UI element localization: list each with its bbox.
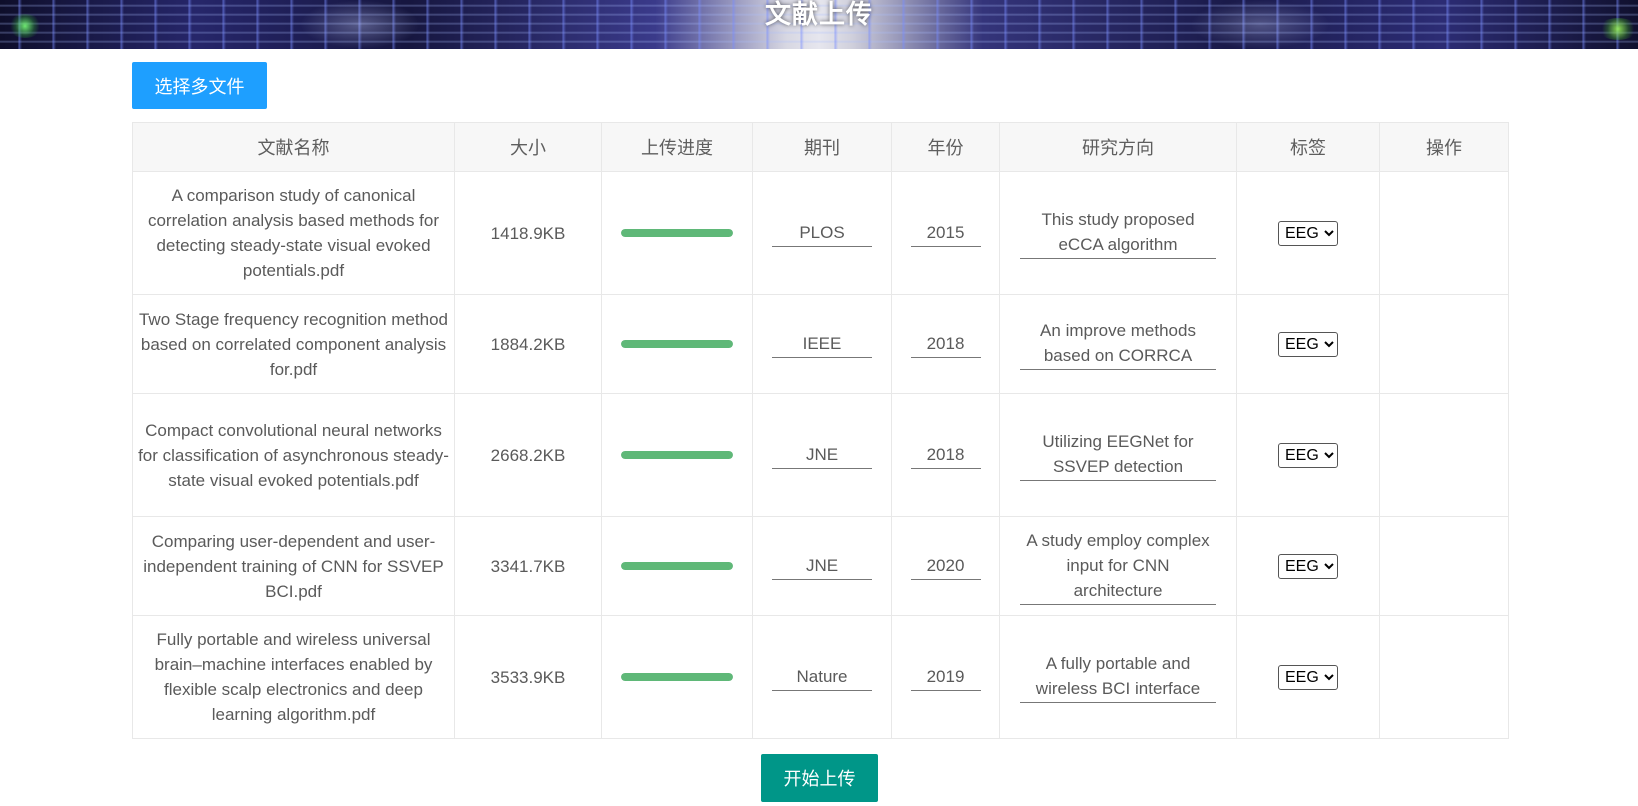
year-field[interactable]: 2019: [910, 664, 981, 691]
journal-field[interactable]: PLOS: [772, 220, 872, 247]
page-title: 文献上传: [764, 0, 873, 29]
file-name: Two Stage frequency recognition method b…: [132, 294, 455, 394]
action-cell: [1379, 171, 1509, 295]
upload-progress-cell: [601, 615, 753, 739]
column-header-journal: 期刊: [752, 122, 892, 172]
table-header-row: 文献名称 大小 上传进度 期刊 年份 研究方向 标签 操作: [132, 122, 1509, 172]
journal-field[interactable]: Nature: [772, 664, 872, 691]
upload-progress-fill: [621, 451, 733, 459]
table-row: Compact convolutional neural networks fo…: [132, 393, 1509, 517]
file-name: Comparing user-dependent and user-indepe…: [132, 516, 455, 616]
file-size: 2668.2KB: [454, 393, 602, 517]
year-field[interactable]: 2018: [910, 331, 981, 358]
journal-cell: IEEE: [752, 294, 892, 394]
start-upload-button[interactable]: 开始上传: [761, 754, 878, 802]
column-header-action: 操作: [1379, 122, 1509, 172]
journal-cell: JNE: [752, 516, 892, 616]
journal-cell: PLOS: [752, 171, 892, 295]
research-direction-field[interactable]: A fully portable and wireless BCI interf…: [1020, 651, 1216, 703]
tag-cell: EEG: [1236, 516, 1380, 616]
action-cell: [1379, 516, 1509, 616]
research-direction-field[interactable]: This study proposed eCCA algorithm: [1020, 207, 1216, 259]
year-field[interactable]: 2015: [910, 220, 981, 247]
upload-progress-fill: [621, 229, 733, 237]
column-header-tag: 标签: [1236, 122, 1380, 172]
research-direction-field[interactable]: An improve methods based on CORRCA: [1020, 318, 1216, 370]
upload-progress-bar: [621, 451, 733, 459]
table-row: A comparison study of canonical correlat…: [132, 171, 1509, 295]
research-direction-field[interactable]: A study employ complex input for CNN arc…: [1020, 528, 1216, 605]
tag-select[interactable]: EEG: [1278, 443, 1338, 468]
tag-select[interactable]: EEG: [1278, 221, 1338, 246]
file-name: Fully portable and wireless universal br…: [132, 615, 455, 739]
file-name: Compact convolutional neural networks fo…: [132, 393, 455, 517]
journal-cell: JNE: [752, 393, 892, 517]
direction-cell: This study proposed eCCA algorithm: [999, 171, 1237, 295]
journal-cell: Nature: [752, 615, 892, 739]
direction-cell: An improve methods based on CORRCA: [999, 294, 1237, 394]
tag-select[interactable]: EEG: [1278, 665, 1338, 690]
column-header-year: 年份: [891, 122, 1000, 172]
column-header-name: 文献名称: [132, 122, 455, 172]
upload-progress-fill: [621, 562, 733, 570]
upload-progress-bar: [621, 562, 733, 570]
table-row: Comparing user-dependent and user-indepe…: [132, 516, 1509, 616]
action-cell: [1379, 615, 1509, 739]
direction-cell: Utilizing EEGNet for SSVEP detection: [999, 393, 1237, 517]
action-cell: [1379, 294, 1509, 394]
action-cell: [1379, 393, 1509, 517]
research-direction-field[interactable]: Utilizing EEGNet for SSVEP detection: [1020, 429, 1216, 481]
journal-field[interactable]: IEEE: [772, 331, 872, 358]
column-header-direction: 研究方向: [999, 122, 1237, 172]
upload-progress-cell: [601, 171, 753, 295]
upload-progress-bar: [621, 229, 733, 237]
tag-cell: EEG: [1236, 171, 1380, 295]
direction-cell: A fully portable and wireless BCI interf…: [999, 615, 1237, 739]
header-banner: 文献上传: [0, 0, 1638, 49]
upload-progress-cell: [601, 516, 753, 616]
select-multiple-files-button[interactable]: 选择多文件: [132, 62, 267, 109]
tag-cell: EEG: [1236, 294, 1380, 394]
year-field[interactable]: 2020: [910, 553, 981, 580]
file-size: 1418.9KB: [454, 171, 602, 295]
tag-select[interactable]: EEG: [1278, 332, 1338, 357]
upload-progress-bar: [621, 673, 733, 681]
year-cell: 2018: [891, 393, 1000, 517]
tag-select[interactable]: EEG: [1278, 554, 1338, 579]
upload-progress-fill: [621, 673, 733, 681]
year-cell: 2019: [891, 615, 1000, 739]
year-cell: 2020: [891, 516, 1000, 616]
upload-progress-bar: [621, 340, 733, 348]
file-size: 3533.9KB: [454, 615, 602, 739]
column-header-progress: 上传进度: [601, 122, 753, 172]
year-field[interactable]: 2018: [910, 442, 981, 469]
year-cell: 2015: [891, 171, 1000, 295]
file-name: A comparison study of canonical correlat…: [132, 171, 455, 295]
table-row: Two Stage frequency recognition method b…: [132, 294, 1509, 394]
table-row: Fully portable and wireless universal br…: [132, 615, 1509, 739]
journal-field[interactable]: JNE: [772, 442, 872, 469]
file-size: 1884.2KB: [454, 294, 602, 394]
direction-cell: A study employ complex input for CNN arc…: [999, 516, 1237, 616]
upload-progress-fill: [621, 340, 733, 348]
upload-progress-cell: [601, 294, 753, 394]
year-cell: 2018: [891, 294, 1000, 394]
journal-field[interactable]: JNE: [772, 553, 872, 580]
file-size: 3341.7KB: [454, 516, 602, 616]
file-table: 文献名称 大小 上传进度 期刊 年份 研究方向 标签 操作 A comparis…: [132, 122, 1509, 739]
tag-cell: EEG: [1236, 615, 1380, 739]
column-header-size: 大小: [454, 122, 602, 172]
upload-progress-cell: [601, 393, 753, 517]
tag-cell: EEG: [1236, 393, 1380, 517]
